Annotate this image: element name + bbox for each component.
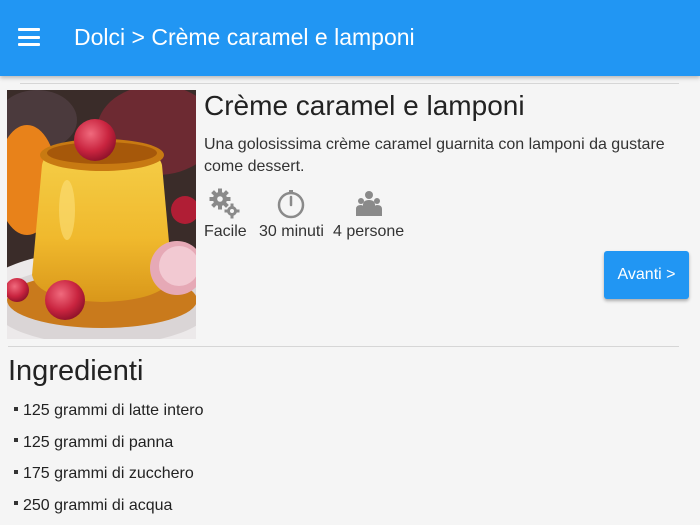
list-item: 175 grammi di zucchero [14,460,204,492]
recipe-description: Una golosissima crème caramel guarnita c… [204,136,665,175]
bullet-icon [14,438,18,443]
bullet-icon [14,406,18,411]
bullet-icon [14,501,18,506]
next-button[interactable]: Avanti > [604,251,689,299]
dish-photo [7,90,196,339]
section-divider [8,346,679,347]
list-item: 125 grammi di panna [14,429,204,461]
breadcrumb-title: Dolci > Crème caramel e lamponi [74,24,415,50]
list-item: 250 grammi di acqua [14,492,204,524]
time-label: 30 minuti [259,223,324,240]
servings-info: 4 persone [333,188,404,241]
app-bar: Dolci > Crème caramel e lamponi [0,0,700,76]
top-divider [20,83,679,84]
list-item: 125 grammi di latte intero [14,397,204,429]
bullet-icon [14,469,18,474]
hamburger-menu-icon[interactable] [18,28,40,46]
ingredients-list: 125 grammi di latte intero 125 grammi di… [14,397,204,523]
gears-icon [209,188,240,219]
clock-icon [278,190,305,219]
time-info: 30 minuti [259,188,324,241]
recipe-title: Crème caramel e lamponi [204,90,525,121]
servings-label: 4 persone [333,223,405,240]
difficulty-label: Facile [204,223,247,240]
creme-caramel-illustration [7,90,196,339]
difficulty-info: Facile [204,188,247,241]
ingredients-title: Ingredienti [8,355,144,387]
people-icon [355,191,382,216]
